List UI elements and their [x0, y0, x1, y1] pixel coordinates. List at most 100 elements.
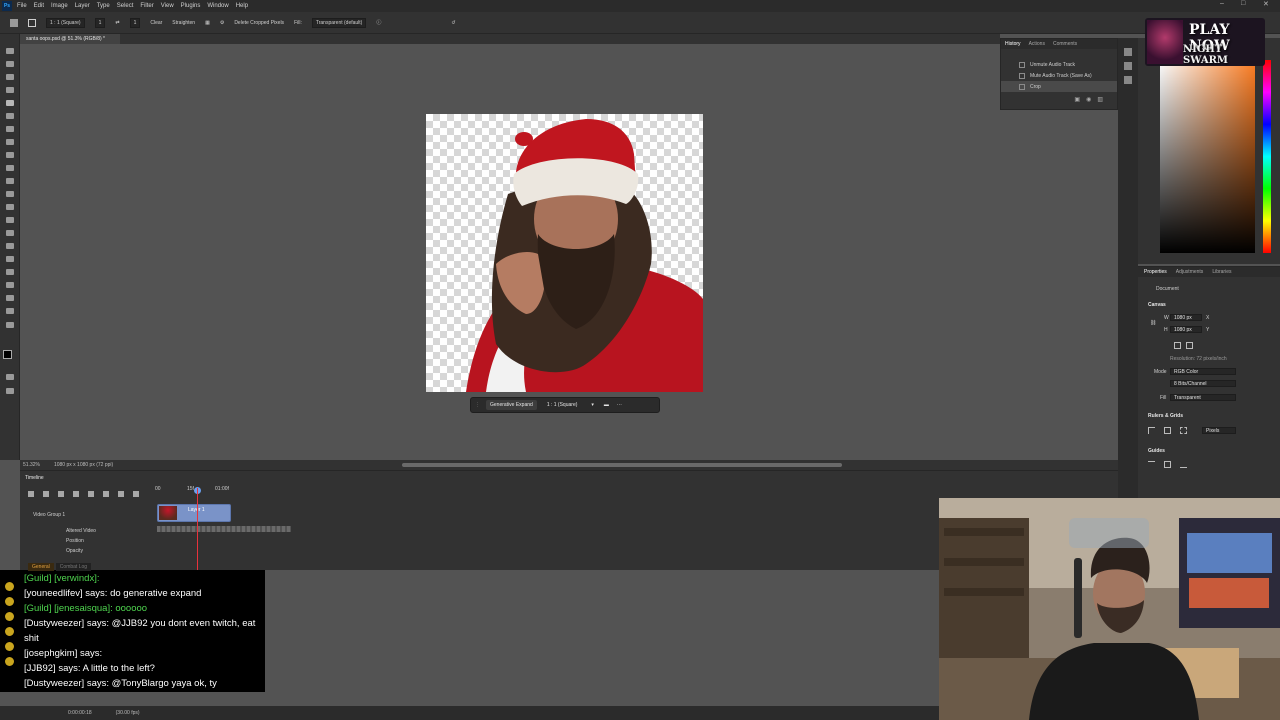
play-icon[interactable]	[1124, 62, 1132, 70]
guide-layout-icon[interactable]	[1148, 461, 1155, 468]
stamp-tool-icon[interactable]	[6, 165, 14, 171]
menu-filter[interactable]: Filter	[140, 3, 153, 9]
delete-cropped-checkbox[interactable]: Delete Cropped Pixels	[234, 20, 284, 26]
hue-slider[interactable]	[1263, 60, 1271, 253]
track-sub-item[interactable]: Opacity	[66, 548, 83, 554]
camera-icon[interactable]: ◉	[1086, 97, 1097, 103]
bit-depth-select[interactable]: 8 Bits/Channel	[1170, 380, 1236, 387]
menu-plugins[interactable]: Plugins	[181, 3, 201, 9]
ratio-height-input[interactable]: 1	[129, 17, 141, 28]
menu-edit[interactable]: Edit	[34, 3, 44, 9]
clear-button[interactable]: Clear	[150, 20, 162, 26]
timeline-ruler[interactable]: 00 15f 01:00f	[155, 486, 255, 496]
ruler-icon[interactable]	[1148, 427, 1155, 434]
ratio-width-input[interactable]: 1	[94, 17, 106, 28]
split-icon[interactable]	[118, 491, 124, 497]
fill-select[interactable]: Transparent (default)	[311, 17, 367, 28]
crop-tool-icon[interactable]	[6, 100, 14, 106]
document-canvas[interactable]	[426, 114, 703, 392]
tab-properties[interactable]: Properties	[1144, 269, 1167, 275]
pen-tool-icon[interactable]	[6, 243, 14, 249]
tab-libraries[interactable]: Libraries	[1212, 269, 1231, 275]
guide-options-icon[interactable]	[1180, 461, 1187, 468]
menu-file[interactable]: File	[17, 3, 27, 9]
fill-select[interactable]: Transparent	[1170, 394, 1236, 401]
object-select-tool-icon[interactable]	[6, 87, 14, 93]
shape-tool-icon[interactable]	[6, 282, 14, 288]
ruler-units-select[interactable]: Pixels	[1202, 427, 1236, 434]
zoom-level[interactable]: 51.32%	[23, 462, 40, 468]
blur-tool-icon[interactable]	[6, 217, 14, 223]
gradient-tool-icon[interactable]	[6, 204, 14, 210]
tab-adjustments[interactable]: Adjustments	[1176, 269, 1204, 275]
tab-general[interactable]: General	[28, 563, 54, 571]
menu-view[interactable]: View	[161, 3, 174, 9]
transition-icon[interactable]	[133, 491, 139, 497]
chat-channel-icon[interactable]	[5, 597, 14, 606]
swap-ratio-icon[interactable]: ⇄	[115, 20, 119, 26]
crop-tool-icon[interactable]	[28, 18, 36, 27]
document-tab[interactable]: santa oops.psd @ 51.3% (RGB/8) *	[20, 34, 120, 44]
previous-frame-icon[interactable]	[43, 491, 49, 497]
chevron-down-icon[interactable]: ▾	[591, 402, 594, 408]
generative-expand-button[interactable]: Generative Expand	[486, 400, 537, 410]
move-tool-icon[interactable]	[6, 48, 14, 54]
video-clip[interactable]: Layer 1	[157, 504, 231, 522]
eyedropper-tool-icon[interactable]	[6, 126, 14, 132]
settings-icon[interactable]	[103, 491, 109, 497]
foreground-color-swatch[interactable]	[3, 350, 12, 359]
maximize-button[interactable]: □	[1241, 0, 1245, 7]
color-picker-field[interactable]	[1160, 60, 1255, 253]
history-item[interactable]: Mute Audio Track (Save As)	[1001, 70, 1117, 81]
menu-help[interactable]: Help	[236, 3, 248, 9]
portrait-orientation-icon[interactable]	[1174, 342, 1181, 349]
cancel-icon[interactable]: ▬	[604, 402, 609, 408]
home-icon[interactable]	[10, 18, 18, 27]
history-item[interactable]: Unmute Audio Track	[1001, 59, 1117, 70]
history-item-selected[interactable]: Crop	[1001, 81, 1117, 92]
landscape-orientation-icon[interactable]	[1186, 342, 1193, 349]
info-icon[interactable]: ⓘ	[376, 19, 381, 26]
play-icon[interactable]	[58, 491, 64, 497]
tab-history[interactable]: History	[1005, 41, 1021, 47]
guide-canvas-icon[interactable]	[1164, 461, 1171, 468]
chat-voice-icon[interactable]	[5, 612, 14, 621]
menu-type[interactable]: Type	[97, 3, 110, 9]
overlay-grid-icon[interactable]: ▦	[205, 20, 210, 26]
minimize-button[interactable]: –	[1220, 0, 1224, 7]
brush-tool-icon[interactable]	[6, 152, 14, 158]
drag-handle-icon[interactable]: ⋮	[475, 402, 480, 408]
more-options-icon[interactable]: ···	[617, 402, 622, 408]
lasso-tool-icon[interactable]	[6, 74, 14, 80]
link-icon[interactable]: ⛓	[1150, 320, 1156, 326]
tab-combat-log[interactable]: Combat Log	[55, 563, 92, 571]
more-tools-icon[interactable]	[6, 322, 14, 328]
comments-icon[interactable]	[1124, 76, 1132, 84]
video-group-label[interactable]: Video Group 1	[33, 512, 65, 518]
aspect-ratio-select[interactable]: 1 : 1 (Square)	[547, 402, 578, 408]
chat-menu-icon[interactable]	[5, 582, 14, 591]
next-frame-icon[interactable]	[73, 491, 79, 497]
eraser-tool-icon[interactable]	[6, 191, 14, 197]
chat-social-icon[interactable]	[5, 627, 14, 636]
marquee-tool-icon[interactable]	[6, 61, 14, 67]
trash-icon[interactable]: ▥	[1097, 97, 1109, 103]
quick-mask-icon[interactable]	[6, 374, 14, 380]
hand-tool-icon[interactable]	[6, 295, 14, 301]
gear-icon[interactable]: ⚙	[220, 20, 224, 26]
color-mode-select[interactable]: RGB Color	[1170, 368, 1236, 375]
zoom-tool-icon[interactable]	[6, 308, 14, 314]
path-select-tool-icon[interactable]	[6, 269, 14, 275]
screen-mode-icon[interactable]	[6, 388, 14, 394]
healing-brush-icon[interactable]	[6, 139, 14, 145]
audio-track-strip[interactable]	[157, 526, 291, 532]
tab-comments[interactable]: Comments	[1053, 41, 1077, 47]
close-window-button[interactable]: ✕	[1263, 0, 1269, 8]
chat-emote-icon[interactable]	[5, 642, 14, 651]
menu-select[interactable]: Select	[117, 3, 134, 9]
track-sub-item[interactable]: Altered Video	[66, 528, 96, 534]
first-frame-icon[interactable]	[28, 491, 34, 497]
new-document-icon[interactable]: ▣	[1074, 97, 1086, 103]
straighten-button[interactable]: Straighten	[172, 20, 195, 26]
canvas-height-input[interactable]: 1080 px	[1170, 326, 1202, 333]
